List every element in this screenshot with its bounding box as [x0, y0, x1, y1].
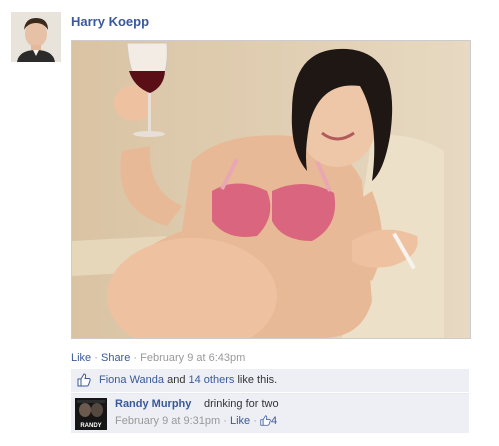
comment: RANDY Randy Murphy drinking for two Febr… — [71, 393, 469, 433]
separator: · — [133, 352, 138, 364]
comment-like-link[interactable]: Like — [230, 415, 250, 427]
like-count-value: 4 — [270, 415, 278, 427]
comment-avatar[interactable]: RANDY — [75, 398, 107, 430]
separator: · — [223, 415, 227, 427]
likes-suffix: like this. — [237, 374, 278, 386]
separator: · — [94, 352, 98, 364]
author-avatar-image — [11, 12, 61, 62]
comment-avatar-image: RANDY — [75, 398, 107, 430]
others-link[interactable]: 14 others — [189, 374, 235, 386]
share-link[interactable]: Share — [101, 352, 130, 364]
post-actions: Like · Share · February 9 at 6:43pm — [71, 352, 245, 364]
thumbs-up-icon — [77, 373, 91, 390]
like-link[interactable]: Like — [71, 352, 91, 364]
avatar-caption: RANDY — [80, 423, 101, 429]
post-author-name[interactable]: Harry Koepp — [71, 14, 149, 29]
comment-like-count[interactable]: 4 — [260, 415, 277, 427]
likes-text: Fiona Wanda and 14 others like this. — [99, 374, 277, 386]
likes-summary: Fiona Wanda and 14 others like this. — [71, 369, 469, 392]
liker-name-link[interactable]: Fiona Wanda — [99, 374, 164, 386]
comment-author-link[interactable]: Randy Murphy — [115, 398, 191, 410]
likes-and: and — [167, 374, 186, 386]
comment-meta: February 9 at 9:31pm · Like · 4 — [115, 415, 277, 429]
author-avatar[interactable] — [11, 12, 61, 62]
comment-text: drinking for two — [204, 398, 279, 410]
post-timestamp[interactable]: February 9 at 6:43pm — [140, 352, 245, 364]
post-photo-image — [72, 41, 470, 338]
comment-timestamp[interactable]: February 9 at 9:31pm — [115, 415, 220, 427]
post-photo[interactable] — [71, 40, 471, 339]
thumbs-up-icon — [260, 415, 271, 429]
separator: · — [253, 415, 257, 427]
